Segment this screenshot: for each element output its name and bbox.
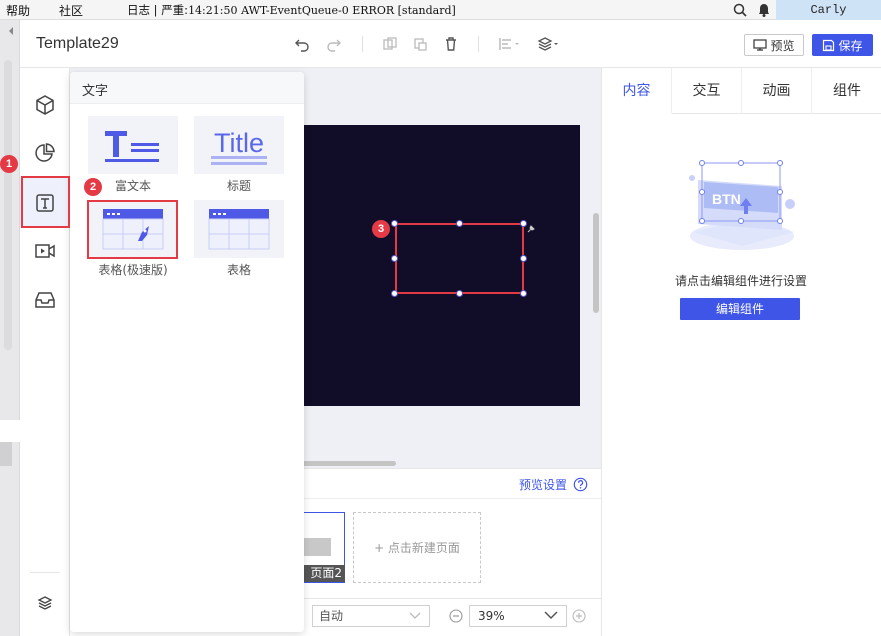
align-icon[interactable] xyxy=(498,36,522,52)
annotation-badge-3: 3 xyxy=(372,220,390,238)
save-button[interactable]: 保存 xyxy=(812,34,873,56)
layers-dropdown-icon[interactable] xyxy=(537,36,561,52)
empty-state-hint: 请点击编辑组件进行设置 xyxy=(674,274,807,288)
template-title[interactable]: Template29 xyxy=(36,35,119,53)
btn-illustration-text: BTN xyxy=(712,191,741,207)
rail-item-layers[interactable] xyxy=(20,578,70,628)
table-item[interactable] xyxy=(194,200,284,258)
left-strip-scrollbar[interactable] xyxy=(4,60,12,350)
help-circle-icon xyxy=(573,477,588,492)
preview-label: 预览 xyxy=(770,38,795,53)
chevron-down-icon xyxy=(409,612,421,619)
save-label: 保存 xyxy=(838,38,863,53)
menu-community[interactable]: 社区 xyxy=(59,2,83,19)
delete-icon[interactable] xyxy=(443,36,459,52)
auto-select[interactable]: 自动 xyxy=(312,605,430,627)
annotation-box-1 xyxy=(21,176,70,228)
annotation-badge-2: 2 xyxy=(84,178,102,196)
properties-panel: 内容 交互 动画 组件 BTN xyxy=(601,68,881,636)
resize-handle-nw[interactable] xyxy=(391,220,398,227)
preview-settings-link[interactable]: 预览设置 xyxy=(519,476,588,493)
tab-component[interactable]: 组件 xyxy=(812,68,881,114)
inbox-icon xyxy=(35,292,55,308)
table-icon xyxy=(208,209,270,250)
log-level: 严重: xyxy=(161,3,189,17)
user-menu[interactable]: Carly xyxy=(776,0,881,20)
resize-handle-ne[interactable] xyxy=(520,220,527,227)
title-label: 标题 xyxy=(226,179,251,193)
popover-title: 文字 xyxy=(82,84,109,99)
fast-table-label: 表格(极速版) xyxy=(98,263,168,277)
search-icon[interactable] xyxy=(732,2,748,18)
title-thumb-text: Title xyxy=(214,128,264,158)
tab-content[interactable]: 内容 xyxy=(602,68,672,114)
resize-handle-e[interactable] xyxy=(520,255,527,262)
cube-icon xyxy=(36,95,54,115)
selected-component[interactable] xyxy=(395,223,524,294)
annotation-badge-1: 1 xyxy=(0,155,18,173)
log-label: 日志 xyxy=(127,3,150,17)
title-item[interactable]: Title xyxy=(194,116,284,174)
page-thumbnail-preview xyxy=(301,538,331,556)
pie-chart-icon xyxy=(35,143,55,162)
pin-icon[interactable] xyxy=(527,224,536,233)
menu-help[interactable]: 帮助 xyxy=(6,2,30,19)
zoom-out-icon[interactable] xyxy=(449,609,463,623)
bell-icon[interactable] xyxy=(756,2,772,18)
page-label: 页面2 xyxy=(301,565,345,582)
editor-header: Template29 预览 保存 xyxy=(20,20,881,68)
menubar: 帮助 社区 日志 | 严重:14:21:50 AWT-EventQueue-0 … xyxy=(0,0,881,20)
title-icon: Title xyxy=(211,128,267,165)
resize-handle-sw[interactable] xyxy=(391,290,398,297)
log-separator: | xyxy=(153,3,158,17)
empty-state-illustration: BTN xyxy=(689,160,795,250)
preview-button[interactable]: 预览 xyxy=(744,34,804,56)
left-collapsed-strip xyxy=(0,20,20,636)
rail-item-media[interactable] xyxy=(20,226,70,276)
save-icon xyxy=(823,39,835,51)
edit-component-button[interactable]: 编辑组件 xyxy=(680,298,800,320)
rail-item-3d[interactable] xyxy=(20,80,70,130)
preview-settings-label: 预览设置 xyxy=(519,478,568,492)
paste-icon[interactable] xyxy=(412,36,428,52)
video-icon xyxy=(35,244,55,258)
page-thumbnail[interactable]: 页面2 xyxy=(300,512,345,583)
resize-handle-s[interactable] xyxy=(456,290,463,297)
rail-item-chart[interactable] xyxy=(20,128,70,178)
new-page-button[interactable]: + 点击新建页面 xyxy=(353,512,481,583)
canvas-horizontal-scrollbar[interactable] xyxy=(300,461,396,466)
left-strip-block xyxy=(0,420,20,442)
monitor-icon xyxy=(753,39,768,51)
copy-icon[interactable] xyxy=(382,36,398,52)
auto-select-value: 自动 xyxy=(319,609,344,623)
rich-text-item[interactable] xyxy=(88,116,178,174)
collapse-arrow-icon[interactable] xyxy=(6,26,16,36)
rich-text-icon xyxy=(105,131,159,162)
divider xyxy=(478,36,479,52)
rail-item-container[interactable] xyxy=(20,275,70,325)
chevron-down-icon xyxy=(544,611,558,620)
redo-icon[interactable] xyxy=(326,36,342,52)
tab-interaction[interactable]: 交互 xyxy=(672,68,742,114)
log-line[interactable]: 日志 | 严重:14:21:50 AWT-EventQueue-0 ERROR … xyxy=(127,2,456,18)
annotation-box-2 xyxy=(87,200,178,259)
resize-handle-w[interactable] xyxy=(391,255,398,262)
log-text: AWT-EventQueue-0 ERROR [standard] xyxy=(241,4,456,17)
divider xyxy=(362,36,363,52)
zoom-in-icon[interactable] xyxy=(572,609,586,623)
component-rail xyxy=(20,68,70,636)
divider xyxy=(30,572,60,573)
resize-handle-n[interactable] xyxy=(456,220,463,227)
canvas-vertical-scrollbar[interactable] xyxy=(593,213,599,313)
resize-handle-se[interactable] xyxy=(520,290,527,297)
left-strip-block-dark xyxy=(0,442,12,466)
log-time: 14:21:50 xyxy=(188,4,238,17)
tab-animation[interactable]: 动画 xyxy=(742,68,812,114)
zoom-select[interactable]: 39% xyxy=(469,605,567,627)
table-label: 表格 xyxy=(226,263,251,277)
undo-icon[interactable] xyxy=(294,36,310,52)
zoom-value: 39% xyxy=(478,609,505,623)
layers-icon xyxy=(37,596,53,610)
